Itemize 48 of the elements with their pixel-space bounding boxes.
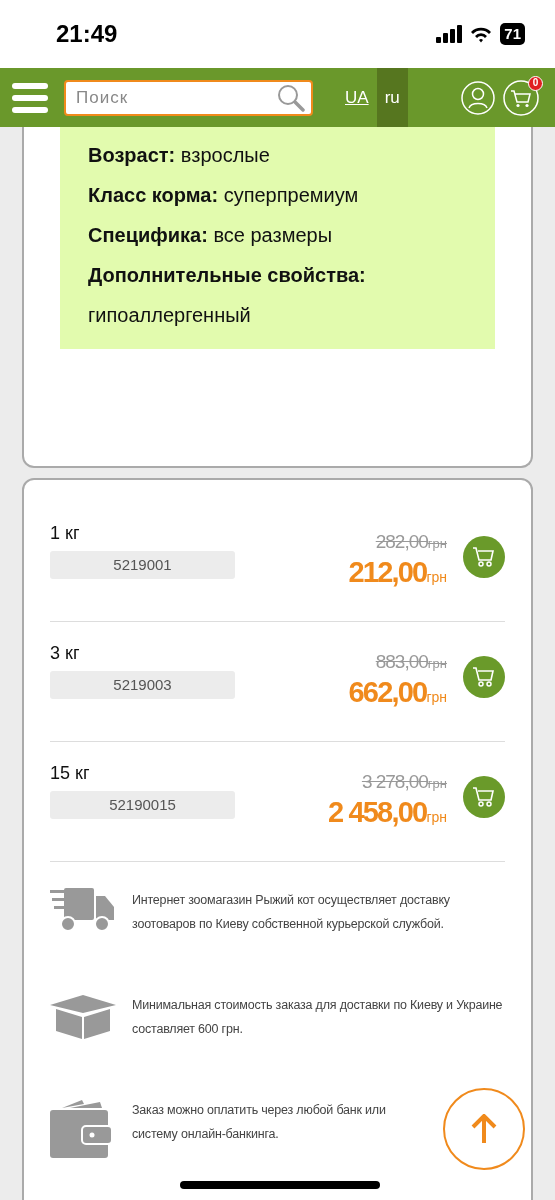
currency-label: грн	[427, 656, 447, 673]
old-price: 3 278,00	[361, 770, 428, 794]
battery-icon: 71	[500, 23, 525, 45]
cart-icon	[472, 546, 496, 568]
currency-label: грн	[426, 808, 447, 825]
add-to-cart-button[interactable]	[463, 776, 505, 818]
attribute-text: Класс корма: суперпремиум	[88, 183, 360, 208]
search-field[interactable]: Поиск	[64, 79, 313, 116]
product-code: 5219001	[50, 551, 235, 579]
price: 2 458,00	[327, 796, 427, 827]
weight-label: 1 кг	[50, 522, 81, 545]
attribute-text: Дополнительные свойства: гипоаллергенный	[88, 263, 367, 328]
add-to-cart-button[interactable]	[463, 656, 505, 698]
status-time: 21:49	[56, 19, 118, 49]
old-price: 883,00	[375, 650, 428, 674]
cart-count-badge: 0	[528, 75, 543, 91]
currency-label: грн	[427, 536, 447, 553]
cart-icon	[503, 79, 539, 116]
info-text: Интернет зоомагазин Рыжий кот осуществляет доставку зоотоваров по Киеву собственной курьерской службой.	[132, 892, 451, 933]
info-text: Заказ можно оплатить через любой банк или систему онлайн-банкинга.	[132, 1102, 387, 1143]
cart-icon	[472, 666, 496, 688]
product-code: 52190015	[50, 791, 235, 819]
signal-icon	[436, 25, 463, 43]
search-icon[interactable]	[277, 83, 305, 112]
old-price: 282,00	[375, 530, 428, 554]
currency-label: грн	[427, 776, 447, 793]
language-tab[interactable]: UA	[337, 68, 377, 127]
weight-label: 3 кг	[50, 642, 81, 665]
weight-label: 15 кг	[50, 762, 91, 785]
currency-label: грн	[426, 568, 447, 585]
cart-button[interactable]: 0	[503, 79, 539, 116]
menu-icon[interactable]	[12, 82, 48, 113]
wifi-icon	[470, 25, 493, 43]
price: 212,00	[348, 556, 427, 587]
price: 662,00	[348, 676, 427, 707]
attribute-text: Специфика: все размеры	[88, 223, 334, 248]
product-code: 5219003	[50, 671, 235, 699]
box-icon	[50, 993, 116, 1039]
user-icon[interactable]	[461, 80, 495, 115]
currency-label: грн	[426, 688, 447, 705]
truck-icon	[50, 888, 116, 932]
add-to-cart-button[interactable]	[463, 536, 505, 578]
wallet-icon	[50, 1098, 112, 1158]
info-text: Минимальная стоимость заказа для доставки по Киеву и Украине составляет 600 грн.	[132, 997, 504, 1038]
arrow-up-icon	[471, 1114, 497, 1144]
cart-icon	[472, 786, 496, 808]
language-tab[interactable]: ru	[376, 68, 408, 127]
attribute-text: Возраст: взрослые	[88, 143, 271, 168]
